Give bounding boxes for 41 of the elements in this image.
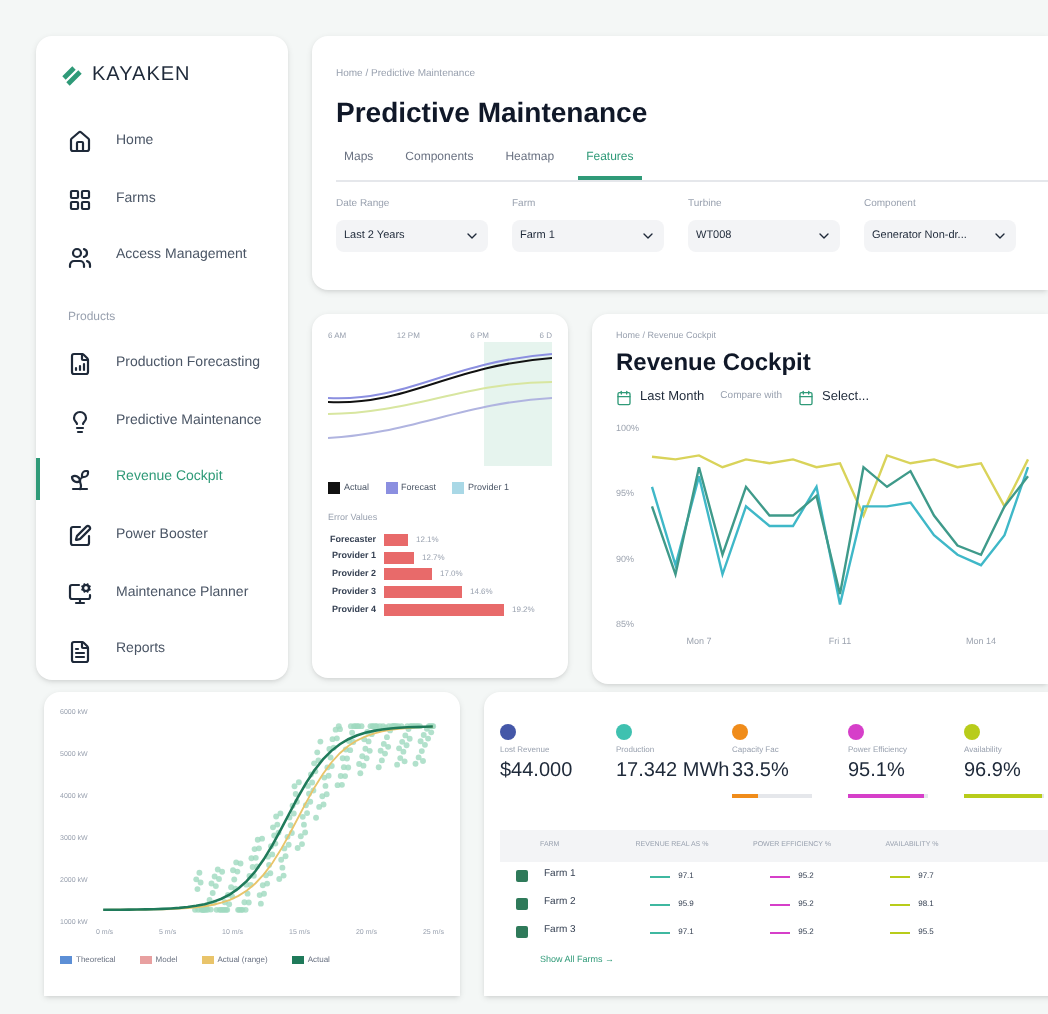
chevron-icon <box>464 228 480 244</box>
trend-line <box>650 931 671 933</box>
kpi-value: 17.342 MWh <box>616 758 724 786</box>
error-bar <box>384 586 462 599</box>
nav-icon <box>68 352 92 377</box>
trend-line <box>650 903 671 905</box>
calendar-icon <box>798 389 815 406</box>
trend-line <box>770 875 791 877</box>
trend-line <box>890 903 911 905</box>
chevron-icon <box>992 228 1008 244</box>
page-title: Predictive Maintenance <box>336 93 650 131</box>
row-checkbox[interactable] <box>516 870 528 882</box>
trend-line <box>890 931 911 933</box>
kpi-value: $44.000 <box>500 758 575 786</box>
nav-icon <box>68 130 92 155</box>
trend-line <box>890 875 911 877</box>
nav-icon <box>68 639 92 664</box>
row-checkbox[interactable] <box>516 926 528 938</box>
nav-icon <box>68 410 92 435</box>
chevron-icon <box>816 228 832 244</box>
nav-icon <box>68 582 92 607</box>
kpi-value: 95.1% <box>848 758 907 786</box>
nav-icon <box>68 245 92 270</box>
nav-icon <box>68 188 92 212</box>
error-bar <box>384 603 504 616</box>
calendar-icon <box>616 389 632 406</box>
kpi-value: 96.9% <box>964 758 1023 786</box>
brand-name: KAYAKEN <box>92 62 191 90</box>
kpi-value: 33.5% <box>732 758 791 786</box>
chevron-icon <box>640 228 656 244</box>
trend-line <box>770 903 791 905</box>
trend-line <box>650 875 671 877</box>
trend-line <box>770 931 791 933</box>
card-title: Revenue Cockpit <box>616 345 813 380</box>
error-bar <box>384 533 408 546</box>
nav-icon <box>68 524 92 549</box>
row-checkbox[interactable] <box>516 898 528 910</box>
error-bar <box>384 568 432 581</box>
logo-icon <box>60 63 84 87</box>
error-bar <box>384 551 414 564</box>
nav-icon <box>68 467 92 492</box>
